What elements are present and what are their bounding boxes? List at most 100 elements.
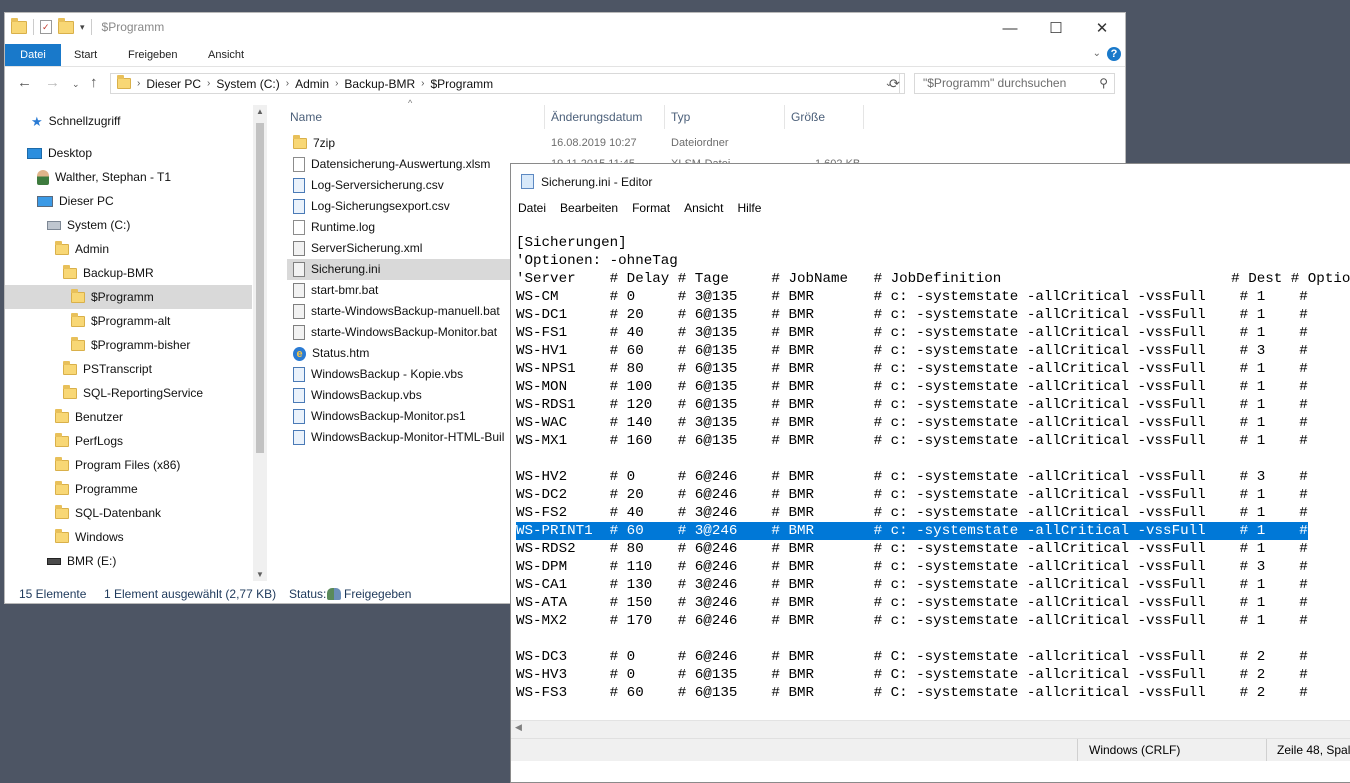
column-divider[interactable] (664, 105, 665, 129)
file-row[interactable]: WindowsBackup-Monitor.ps1 (287, 406, 527, 427)
column-divider[interactable] (544, 105, 545, 129)
bat-file-icon (293, 283, 305, 299)
breadcrumb-item[interactable]: Dieser PC (146, 77, 201, 91)
menu-datei[interactable]: Datei (511, 198, 553, 218)
refresh-button[interactable]: ⟳ (885, 73, 905, 94)
file-row[interactable]: WindowsBackup.vbs (287, 385, 527, 406)
nav-item-programm[interactable]: $Programm (5, 285, 252, 309)
properties-icon[interactable]: ✓ (40, 20, 52, 34)
file-row[interactable]: start-bmr.bat (287, 280, 527, 301)
nav-item-user[interactable]: Walther, Stephan - T1 (5, 165, 267, 189)
tab-freigeben[interactable]: Freigeben (128, 44, 178, 66)
horizontal-scrollbar[interactable]: ◀ (511, 720, 1350, 738)
nav-item-programme[interactable]: Programme (5, 477, 267, 501)
nav-label: BMR (E:) (67, 554, 117, 568)
file-row[interactable]: starte-WindowsBackup-Monitor.bat (287, 322, 527, 343)
text-line: WS-MON # 100 # 6@135 # BMR # c: -systems… (516, 379, 1308, 395)
text-editor-area[interactable]: [Sicherungen] 'Optionen: -ohneTag 'Server … (511, 234, 1350, 724)
chevron-right-icon[interactable]: › (421, 78, 424, 89)
help-button[interactable]: ? (1107, 47, 1121, 61)
nav-item-perflogs[interactable]: PerfLogs (5, 429, 267, 453)
file-icon (293, 157, 305, 173)
menu-hilfe[interactable]: Hilfe (730, 198, 768, 218)
file-row[interactable]: Log-Sicherungsexport.csv (287, 196, 527, 217)
notepad-icon (521, 174, 534, 189)
new-folder-icon[interactable] (58, 17, 74, 34)
file-row[interactable]: 7zip (287, 133, 527, 154)
recent-locations-icon[interactable]: ⌄ (72, 79, 80, 90)
scrollbar-thumb[interactable] (256, 123, 264, 453)
back-arrow-icon[interactable]: ← (17, 74, 32, 91)
file-name: ServerSicherung.xml (311, 241, 423, 255)
search-input[interactable]: "$Programm" durchsuchen ⚲ (914, 73, 1115, 94)
scroll-down-icon[interactable]: ▼ (253, 570, 267, 579)
line-ending-info: Windows (CRLF) (1089, 743, 1181, 757)
scroll-up-icon[interactable]: ▲ (253, 107, 267, 116)
breadcrumb-item[interactable]: Backup-BMR (344, 77, 415, 91)
column-divider[interactable] (784, 105, 785, 129)
file-name: WindowsBackup-Monitor-HTML-Buil (311, 430, 505, 444)
breadcrumb-item[interactable]: $Programm (430, 77, 493, 91)
nav-item-schnellzugriff[interactable]: ★ Schnellzugriff (5, 109, 267, 133)
nav-pane-scrollbar[interactable]: ▲ ▼ (253, 105, 267, 581)
chevron-right-icon[interactable]: › (335, 78, 338, 89)
title-bar: ✓ ▾ $Programm — ☐ ✕ (5, 13, 1125, 43)
forward-arrow-icon[interactable]: → (45, 74, 60, 91)
nav-item-pstranscript[interactable]: PSTranscript (5, 357, 267, 381)
chevron-right-icon[interactable]: › (286, 78, 289, 89)
nav-item-programm-bisher[interactable]: $Programm-bisher (5, 333, 267, 357)
column-divider[interactable] (863, 105, 864, 129)
tab-start[interactable]: Start (74, 44, 97, 66)
nav-item-benutzer[interactable]: Benutzer (5, 405, 267, 429)
text-line: WS-DC1 # 20 # 6@135 # BMR # c: -systemst… (516, 307, 1308, 323)
file-row[interactable]: WindowsBackup - Kopie.vbs (287, 364, 527, 385)
customize-qat-icon[interactable]: ▾ (80, 22, 85, 33)
nav-item-admin[interactable]: Admin (5, 237, 267, 261)
up-arrow-icon[interactable]: ↑ (90, 74, 98, 91)
share-status-value: Freigegeben (344, 587, 412, 601)
nav-item-windows[interactable]: Windows (5, 525, 267, 549)
file-row[interactable]: Sicherung.ini (287, 259, 527, 280)
menu-bearbeiten[interactable]: Bearbeiten (553, 198, 625, 218)
nav-item-program-files-x86[interactable]: Program Files (x86) (5, 453, 267, 477)
column-header-date[interactable]: Änderungsdatum (551, 105, 642, 129)
nav-item-bmr-e[interactable]: BMR (E:) (5, 549, 267, 573)
file-row[interactable]: Log-Serversicherung.csv (287, 175, 527, 196)
nav-item-sql-datenbank[interactable]: SQL-Datenbank (5, 501, 267, 525)
divider (90, 19, 92, 35)
file-row[interactable]: WindowsBackup-Monitor-HTML-Buil (287, 427, 527, 448)
file-row[interactable]: starte-WindowsBackup-manuell.bat (287, 301, 527, 322)
column-header-name[interactable]: Name (290, 105, 322, 129)
expand-ribbon-icon[interactable]: ⌄ (1093, 48, 1101, 59)
file-row[interactable]: Runtime.log (287, 217, 527, 238)
breadcrumb-item[interactable]: System (C:) (216, 77, 279, 91)
nav-label: $Programm (91, 290, 154, 304)
close-button[interactable]: ✕ (1079, 13, 1125, 43)
nav-item-dieser-pc[interactable]: Dieser PC (5, 189, 267, 213)
chevron-right-icon[interactable]: › (207, 78, 210, 89)
file-row[interactable]: e Status.htm (287, 343, 527, 364)
file-row[interactable]: ServerSicherung.xml (287, 238, 527, 259)
nav-item-sql-reportingservice[interactable]: SQL-ReportingService (5, 381, 267, 405)
menu-format[interactable]: Format (625, 198, 677, 218)
address-bar[interactable]: › Dieser PC › System (C:) › Admin › Back… (110, 73, 900, 94)
file-row[interactable]: Datensicherung-Auswertung.xlsm (287, 154, 527, 175)
nav-item-backup-bmr[interactable]: Backup-BMR (5, 261, 267, 285)
breadcrumb-item[interactable]: Admin (295, 77, 329, 91)
column-header-size[interactable]: Größe (791, 105, 825, 129)
divider (33, 19, 34, 35)
maximize-button[interactable]: ☐ (1033, 13, 1079, 43)
scroll-left-icon[interactable]: ◀ (515, 722, 522, 733)
minimize-button[interactable]: — (987, 13, 1033, 43)
tab-datei[interactable]: Datei (5, 44, 61, 66)
nav-item-programm-alt[interactable]: $Programm-alt (5, 309, 267, 333)
nav-item-system-c[interactable]: System (C:) (5, 213, 267, 237)
tab-ansicht[interactable]: Ansicht (208, 44, 244, 66)
text-line: WS-CM # 0 # 3@135 # BMR # c: -systemstat… (516, 289, 1308, 305)
column-header-type[interactable]: Typ (671, 105, 690, 129)
nav-item-desktop[interactable]: Desktop (5, 141, 267, 165)
text-line: WS-RDS2 # 80 # 6@246 # BMR # c: -systems… (516, 541, 1308, 557)
sort-ascending-icon: ^ (408, 98, 413, 108)
menu-ansicht[interactable]: Ansicht (677, 198, 730, 218)
chevron-right-icon[interactable]: › (137, 78, 140, 89)
